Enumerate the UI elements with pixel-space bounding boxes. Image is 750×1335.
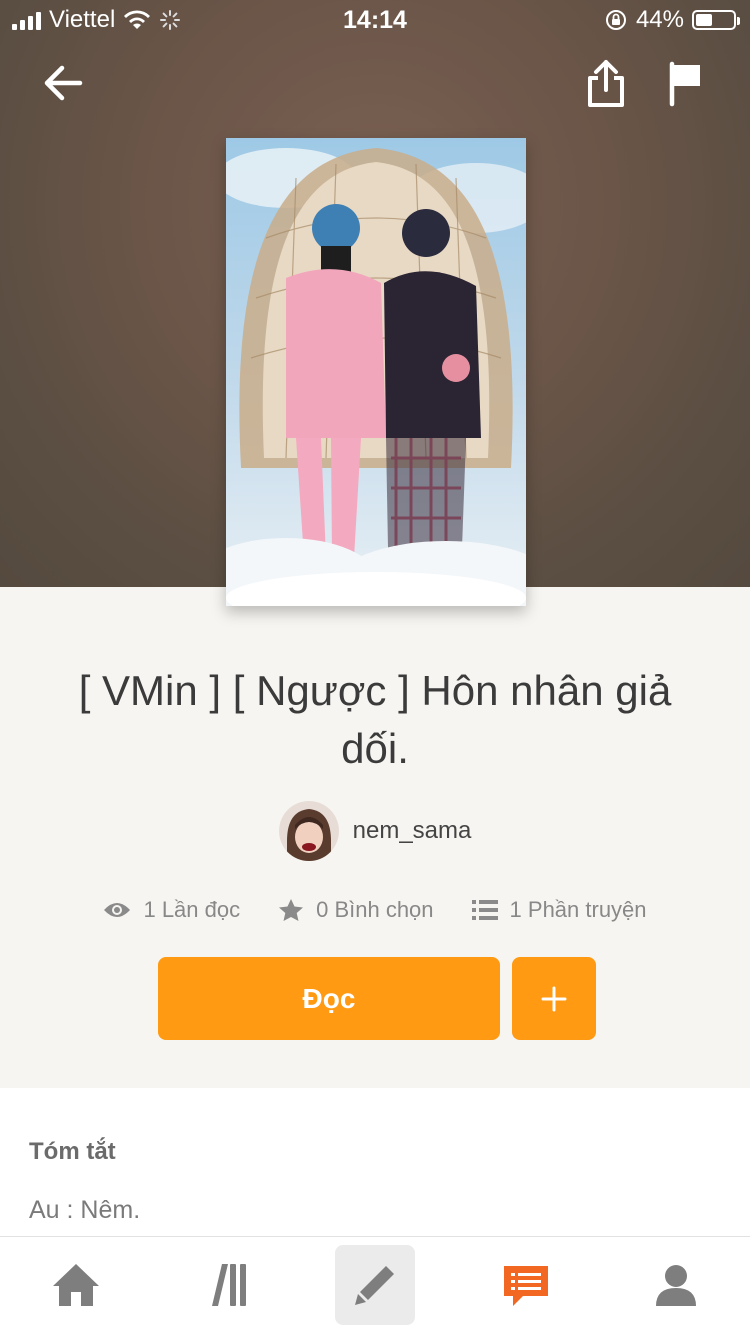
status-bar: Viettel 14:14 44% — [0, 0, 750, 40]
author-avatar[interactable] — [278, 801, 339, 861]
status-right: 44% — [604, 6, 740, 34]
votes-count: 0 Bình chọn — [316, 897, 434, 922]
star-icon — [279, 899, 304, 921]
cover-illustration — [226, 138, 526, 606]
tab-home[interactable] — [36, 1245, 116, 1325]
messages-icon — [504, 1266, 548, 1306]
report-button[interactable] — [666, 60, 706, 113]
parts-stat: 1 Phần truyện — [471, 897, 647, 923]
tab-library[interactable] — [186, 1245, 266, 1325]
tab-profile[interactable] — [636, 1245, 716, 1325]
summary-text: Au : Nêm. — [29, 1196, 141, 1224]
story-cover-image[interactable] — [226, 138, 526, 606]
share-icon — [588, 60, 624, 107]
author-name[interactable]: nem_sama — [353, 817, 472, 845]
flag-icon — [669, 61, 700, 107]
parts-count: 1 Phần truyện — [509, 897, 647, 922]
story-stats: 1 Lần đọc 0 Bình chọn 1 Phần truyện — [0, 890, 750, 930]
votes-stat: 0 Bình chọn — [278, 897, 434, 923]
eye-icon — [104, 903, 131, 917]
home-icon — [53, 1264, 99, 1306]
profile-icon — [656, 1265, 696, 1306]
read-button[interactable]: Đọc — [158, 957, 500, 1040]
summary-heading: Tóm tắt — [29, 1138, 116, 1165]
tab-write[interactable] — [335, 1245, 415, 1325]
rotation-lock-icon — [605, 10, 626, 30]
arrow-left-icon — [44, 65, 83, 101]
pencil-icon — [355, 1266, 394, 1305]
reads-stat: 1 Lần đọc — [103, 897, 240, 923]
reads-count: 1 Lần đọc — [143, 897, 241, 922]
battery-icon — [692, 10, 740, 30]
back-button[interactable] — [40, 60, 86, 111]
tab-messages[interactable] — [486, 1245, 566, 1325]
add-to-library-button[interactable] — [512, 957, 596, 1040]
bottom-tab-bar — [0, 1236, 750, 1335]
story-title: [ VMin ] [ Ngược ] Hôn nhân giả dối. — [78, 667, 672, 772]
plus-icon — [541, 986, 567, 1011]
share-button[interactable] — [584, 58, 628, 115]
list-icon — [471, 900, 498, 920]
library-icon — [212, 1264, 246, 1306]
author-row[interactable]: nem_sama — [0, 800, 750, 862]
battery-percent: 44% — [635, 6, 684, 33]
